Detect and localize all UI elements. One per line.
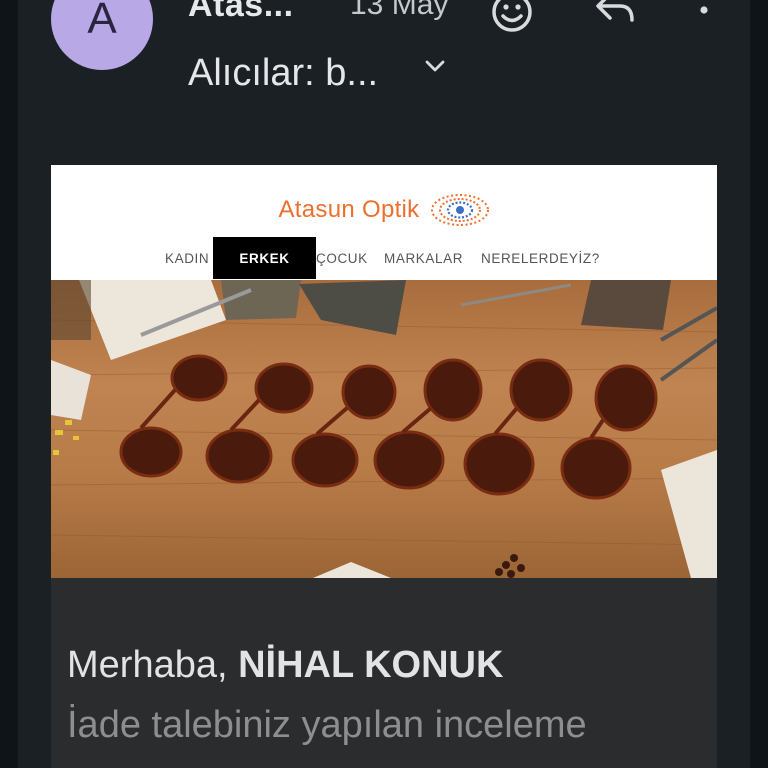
brand-name: Atasun Optik xyxy=(278,196,420,223)
email-body-card: Atasun Optik KADIN ERKEK ÇOCUK MARKALAR … xyxy=(51,165,717,768)
nav-markalar[interactable]: MARKALAR xyxy=(384,251,463,266)
hero-sunglasses-image[interactable] xyxy=(51,280,717,578)
brand-eye-logo-icon xyxy=(430,194,489,226)
nav-cocuk[interactable]: ÇOCUK xyxy=(316,251,368,266)
reply-icon[interactable] xyxy=(592,0,640,30)
nav-kadin[interactable]: KADIN xyxy=(165,251,209,266)
nav-nerelerdeyiz[interactable]: NERELERDEYİZ? xyxy=(481,251,600,266)
emoji-icon[interactable] xyxy=(488,0,536,38)
recipients-label[interactable]: Alıcılar: b... xyxy=(188,52,378,95)
body-text: İade talebiniz yapılan inceleme xyxy=(67,704,587,746)
email-content: Merhaba, NİHAL KONUK İade talebiniz yapı… xyxy=(51,578,717,768)
email-date: 13 May xyxy=(350,0,449,21)
more-vert-icon[interactable] xyxy=(694,0,714,30)
brand-header[interactable]: Atasun Optik xyxy=(51,187,717,233)
greeting: Merhaba, NİHAL KONUK xyxy=(67,644,503,687)
sender-name[interactable]: Atas... xyxy=(188,0,294,25)
greeting-prefix: Merhaba, xyxy=(67,644,228,686)
greeting-name: NİHAL KONUK xyxy=(238,644,504,686)
nav-erkek[interactable]: ERKEK xyxy=(213,237,316,279)
email-nav: KADIN ERKEK ÇOCUK MARKALAR NERELERDEYİZ? xyxy=(51,237,717,279)
chevron-down-icon[interactable] xyxy=(424,58,446,74)
avatar-letter: A xyxy=(87,0,117,43)
